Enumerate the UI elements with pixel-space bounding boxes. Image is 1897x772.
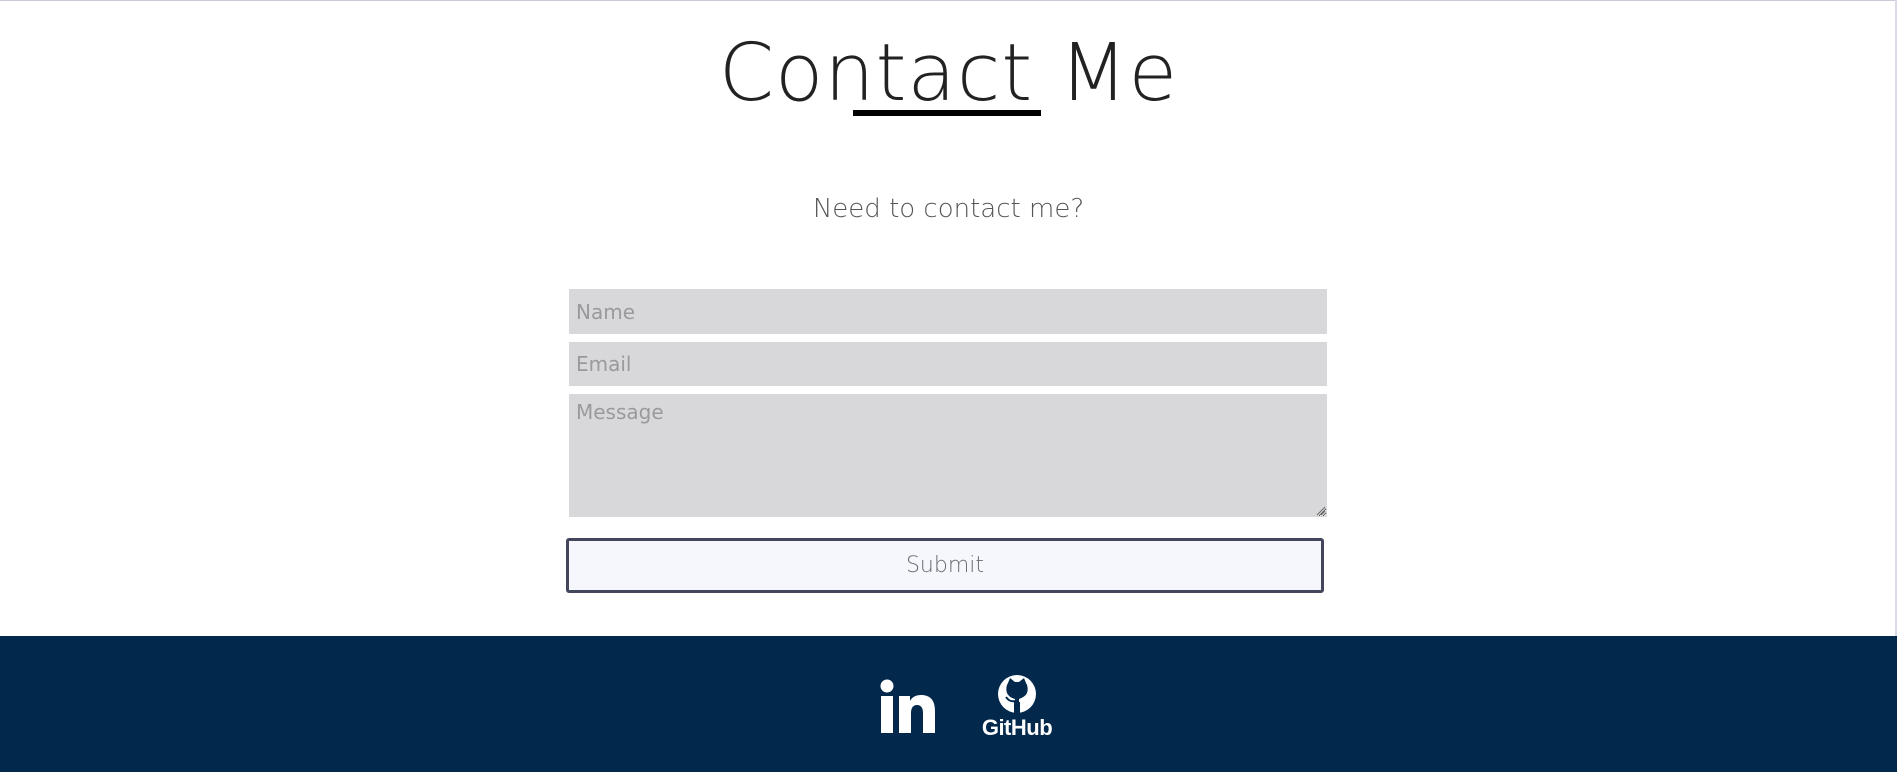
- github-icon: [998, 675, 1036, 714]
- github-link[interactable]: GitHub: [976, 675, 1058, 740]
- page-title: Contact Me: [718, 27, 1179, 119]
- name-input[interactable]: [569, 289, 1327, 334]
- top-border: [0, 0, 1897, 1]
- submit-button[interactable]: Submit: [566, 538, 1324, 593]
- linkedin-icon: [880, 679, 935, 733]
- contact-page: Contact Me Need to contact me? Submit: [0, 0, 1897, 772]
- footer: [0, 636, 1897, 772]
- email-input[interactable]: [569, 342, 1327, 386]
- message-textarea[interactable]: [569, 394, 1327, 517]
- github-label: GitHub: [981, 715, 1053, 740]
- contact-prompt: Need to contact me?: [812, 194, 1085, 224]
- title-underline: [853, 110, 1041, 116]
- linkedin-link[interactable]: [876, 675, 940, 739]
